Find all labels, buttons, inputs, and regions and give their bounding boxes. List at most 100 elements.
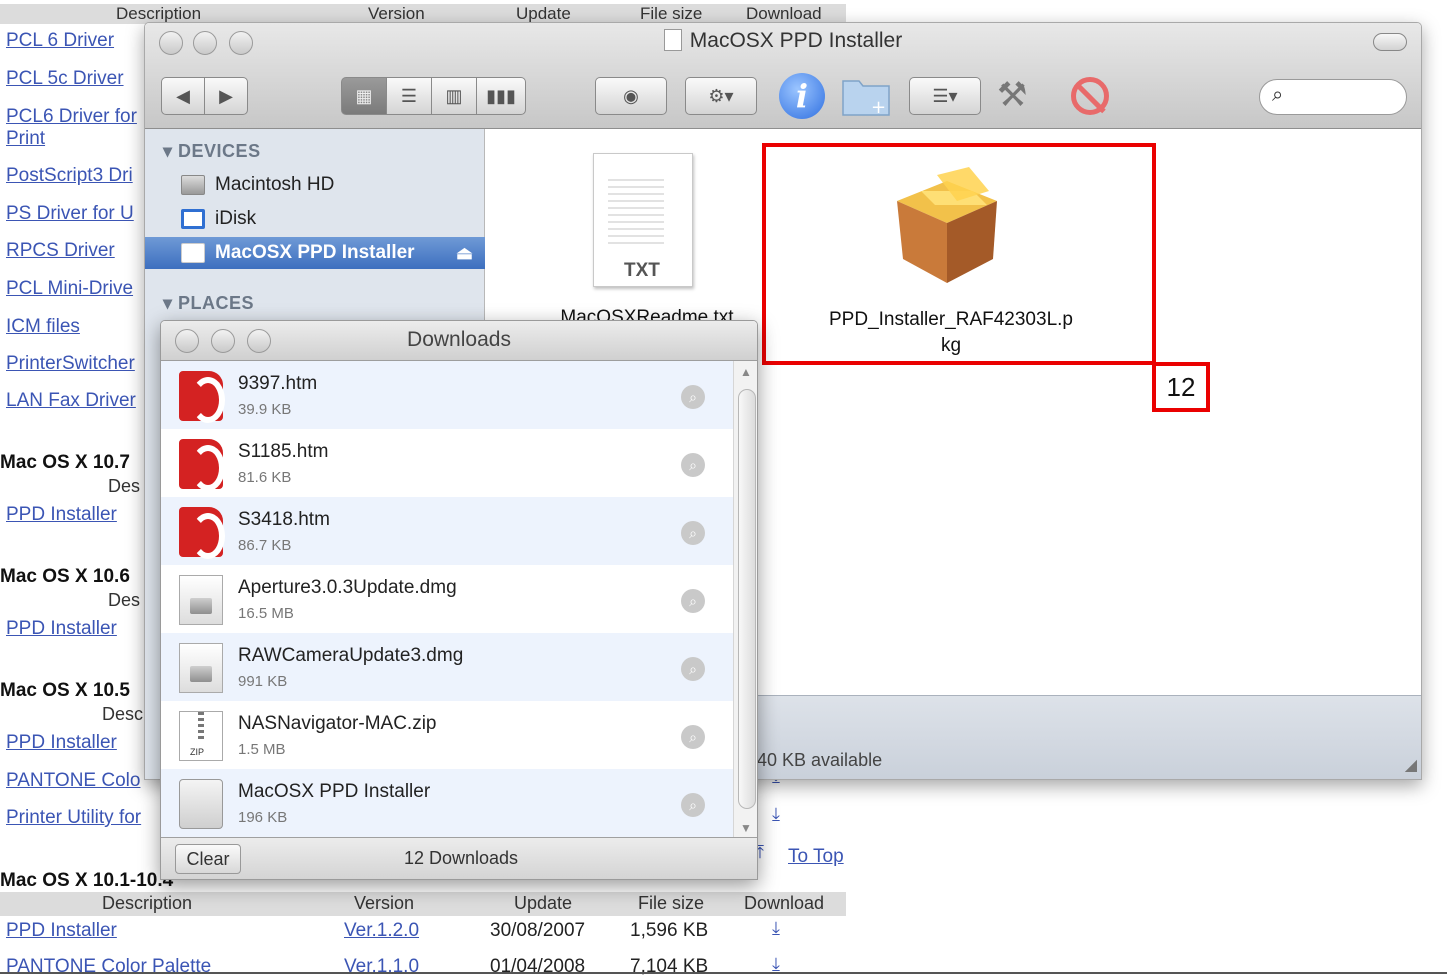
bg-link-ppd-installer[interactable]: PPD Installer	[6, 732, 117, 754]
to-top-link[interactable]: To Top	[788, 846, 844, 868]
zip-label: ZIP	[190, 747, 205, 757]
bg-link-lan-fax[interactable]: LAN Fax Driver	[6, 390, 136, 412]
reveal-in-finder-icon[interactable]: ⌕	[681, 521, 705, 545]
bg-link-ppd-installer[interactable]: PPD Installer	[6, 618, 117, 640]
bg-link-pcl-mini[interactable]: PCL Mini-Drive	[6, 278, 133, 300]
downloads-title: Downloads	[407, 328, 511, 351]
tools-button[interactable]: ⚒	[997, 75, 1027, 115]
download-arrow-icon[interactable]: ⤓	[772, 804, 780, 825]
bg-th-file-size: File size	[638, 893, 705, 913]
toolbar-toggle-button[interactable]	[1373, 33, 1407, 51]
bg-link-postscript3[interactable]: PostScript3 Dri	[6, 165, 133, 187]
reveal-in-finder-icon[interactable]: ⌕	[681, 657, 705, 681]
bg-link-printer-utility[interactable]: Printer Utility for	[6, 807, 141, 829]
resize-grip-icon[interactable]: ◢	[1405, 755, 1417, 775]
idisk-icon	[181, 209, 205, 229]
sidebar-item-label: Macintosh HD	[215, 174, 335, 195]
download-size: 991 KB	[238, 673, 288, 690]
search-field[interactable]: ⌕	[1259, 79, 1407, 115]
no-entry-button[interactable]	[1071, 77, 1109, 115]
scroll-down-icon[interactable]: ▼	[740, 821, 752, 835]
divider	[0, 972, 1447, 974]
bg-link-ps-driver[interactable]: PS Driver for U	[6, 203, 134, 225]
list-item[interactable]: S3418.htm 86.7 KB ⌕	[161, 497, 733, 565]
action-menu-button[interactable]: ⚙▾	[685, 77, 757, 115]
scroll-up-icon[interactable]: ▲	[740, 365, 752, 379]
list-view-button[interactable]: ☰	[386, 77, 432, 115]
bg-table-header-top: Description Version Update File size Dow…	[0, 4, 846, 24]
bg-section-desc: Desc	[102, 704, 144, 724]
list-item[interactable]: ZIP NASNavigator-MAC.zip 1.5 MB ⌕	[161, 701, 733, 769]
download-size: 39.9 KB	[238, 401, 292, 418]
eject-icon[interactable]: ⏏	[456, 237, 473, 269]
txt-file-icon[interactable]: TXT	[593, 153, 693, 287]
bg-header-description: Description	[116, 4, 202, 23]
bg-header-version: Version	[368, 4, 425, 23]
sidebar-item-macintosh-hd[interactable]: Macintosh HD	[145, 169, 485, 201]
download-size: 196 KB	[238, 809, 288, 826]
list-item[interactable]: S1185.htm 81.6 KB ⌕	[161, 429, 733, 497]
forward-button[interactable]: ▶	[204, 77, 248, 115]
sidebar-heading-places: ▾ PLACES	[163, 293, 255, 313]
downloads-count: 12 Downloads	[403, 848, 519, 868]
info-button[interactable]: i	[779, 73, 825, 119]
bg-link-printerswitcher[interactable]: PrinterSwitcher	[6, 353, 135, 375]
window-title: MacOSX PPD Installer	[145, 29, 1421, 53]
sidebar-heading-places-label: PLACES	[178, 293, 255, 313]
zip-file-icon: ZIP	[179, 711, 223, 761]
downloads-list: 9397.htm 39.9 KB ⌕ S1185.htm 81.6 KB ⌕ S…	[161, 361, 733, 837]
sidebar-item-label: iDisk	[215, 208, 257, 229]
download-arrow-icon[interactable]: ⤓	[772, 918, 780, 939]
table-row-description[interactable]: PPD Installer	[6, 920, 117, 942]
bg-link-pcl5c[interactable]: PCL 5c Driver	[6, 68, 124, 90]
dmg-file-icon	[179, 643, 223, 693]
sidebar-item-macosx-ppd-installer[interactable]: MacOSX PPD Installer ⏏	[145, 237, 485, 269]
bg-th-download: Download	[744, 893, 825, 913]
chevron-right-icon: ▶	[219, 85, 233, 106]
list-item[interactable]: MacOSX PPD Installer 196 KB ⌕	[161, 769, 733, 837]
back-button[interactable]: ◀	[161, 77, 205, 115]
downloads-scrollbar[interactable]: ▲ ▼	[733, 361, 757, 837]
quick-look-button[interactable]: ◉	[595, 77, 667, 115]
download-name: S3418.htm	[238, 509, 330, 530]
bg-link-pantone[interactable]: PANTONE Colo	[6, 770, 140, 792]
opera-file-icon	[179, 439, 225, 491]
grid-icon: ▦	[355, 85, 373, 106]
gear-icon: ⚙▾	[708, 85, 734, 106]
bg-link-ppd-installer[interactable]: PPD Installer	[6, 504, 117, 526]
bg-th-update: Update	[514, 893, 573, 913]
downloads-titlebar: Downloads	[161, 321, 757, 361]
bg-link-print[interactable]: Print	[6, 128, 45, 150]
list-item[interactable]: Aperture3.0.3Update.dmg 16.5 MB ⌕	[161, 565, 733, 633]
file-extension-label: TXT	[624, 260, 660, 281]
reveal-in-finder-icon[interactable]: ⌕	[681, 385, 705, 409]
coverflow-view-button[interactable]: ▮▮▮	[476, 77, 526, 115]
reveal-in-finder-icon[interactable]: ⌕	[681, 589, 705, 613]
new-folder-icon: +	[842, 80, 890, 118]
list-item[interactable]: RAWCameraUpdate3.dmg 991 KB ⌕	[161, 633, 733, 701]
table-row-size: 1,596 KB	[630, 920, 709, 941]
list-item[interactable]: 9397.htm 39.9 KB ⌕	[161, 361, 733, 429]
bg-link-icm[interactable]: ICM files	[6, 316, 80, 338]
download-name: S1185.htm	[238, 441, 329, 462]
table-row-version[interactable]: Ver.1.2.0	[344, 920, 419, 942]
svg-text:+: +	[871, 97, 886, 117]
reveal-in-finder-icon[interactable]: ⌕	[681, 793, 705, 817]
reveal-in-finder-icon[interactable]: ⌕	[681, 453, 705, 477]
bg-link-rpcs[interactable]: RPCS Driver	[6, 240, 115, 262]
scrollbar-thumb[interactable]	[738, 389, 756, 809]
icon-view-button[interactable]: ▦	[341, 77, 387, 115]
bg-section-desc: Des	[108, 476, 141, 496]
bg-link-pcl6-print[interactable]: PCL6 Driver for	[6, 106, 137, 128]
bg-link-pcl6[interactable]: PCL 6 Driver	[6, 30, 114, 52]
column-view-button[interactable]: ▥	[431, 77, 477, 115]
new-folder-button[interactable]: +	[841, 73, 891, 118]
reveal-in-finder-icon[interactable]: ⌕	[681, 725, 705, 749]
table-row-update: 30/08/2007	[490, 920, 586, 941]
disk-image-icon	[181, 243, 205, 263]
hammer-wrench-icon: ⚒	[997, 76, 1028, 114]
bg-section-title: Mac OS X 10.6	[0, 566, 130, 587]
arrange-menu-button[interactable]: ☰▾	[909, 77, 981, 115]
download-name: NASNavigator-MAC.zip	[238, 713, 437, 734]
sidebar-item-idisk[interactable]: iDisk	[145, 203, 485, 235]
